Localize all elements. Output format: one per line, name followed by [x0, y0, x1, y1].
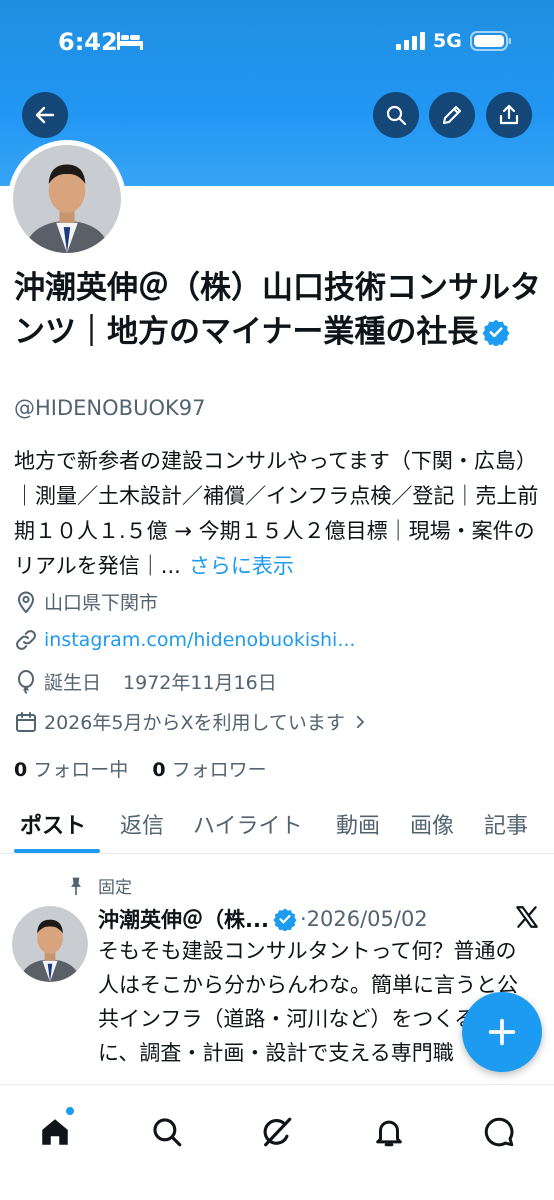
profile-link[interactable]: instagram.com/hidenobuokishi... — [44, 629, 355, 651]
bell-icon[interactable] — [372, 1115, 406, 1149]
share-button[interactable] — [486, 92, 532, 138]
tab-replies[interactable]: 返信 — [120, 808, 164, 840]
followers-link[interactable]: 0 フォロワー — [152, 759, 266, 781]
tab-articles[interactable]: 記事 — [484, 808, 528, 840]
follow-stats: 0 フォロー中 0 フォロワー — [14, 755, 285, 782]
pinned-label: 固定 — [98, 878, 132, 898]
pin-icon — [71, 877, 81, 895]
x-logo-icon — [516, 906, 538, 928]
following-count: 0 — [14, 759, 28, 781]
following-link[interactable]: 0 フォロー中 — [14, 759, 128, 781]
notification-dot — [66, 1107, 74, 1115]
birthday-text: 1972年11月16日 — [123, 672, 277, 694]
followers-count: 0 — [152, 759, 166, 781]
chevron-right-icon — [356, 715, 364, 728]
location-pin-icon — [17, 591, 35, 613]
following-label: フォロー中 — [33, 759, 129, 781]
calendar-icon — [16, 711, 36, 732]
avatar-image — [13, 145, 121, 253]
status-time: 6:42 — [58, 28, 118, 56]
avatar-image — [12, 906, 88, 982]
post-date[interactable]: 2026/05/02 — [307, 907, 428, 931]
arrow-left-icon — [35, 106, 55, 124]
home-icon[interactable] — [38, 1115, 72, 1149]
share-icon — [499, 104, 519, 125]
link-icon — [16, 630, 36, 650]
search-icon[interactable] — [150, 1115, 184, 1149]
tab-images[interactable]: 画像 — [410, 808, 454, 840]
bottom-navigation — [0, 1084, 554, 1200]
tab-videos[interactable]: 動画 — [336, 808, 380, 840]
search-button[interactable] — [373, 92, 419, 138]
verified-badge-icon[interactable] — [482, 318, 510, 346]
grok-icon[interactable] — [260, 1115, 294, 1149]
pinned-indicator: 固定 — [66, 873, 132, 898]
active-tab-indicator — [14, 849, 100, 853]
post-header: 沖潮英伸＠（株... · 2026/05/02 — [98, 904, 428, 934]
back-button[interactable] — [22, 92, 68, 138]
pencil-icon — [443, 106, 461, 124]
compose-button[interactable] — [462, 992, 542, 1072]
tab-highlights[interactable]: ハイライト — [193, 808, 303, 840]
plus-icon — [488, 1018, 516, 1046]
profile-avatar[interactable] — [8, 140, 126, 258]
balloon-icon — [18, 669, 34, 694]
profile-name: 沖潮英伸＠（株）山口技術コンサルタンツ｜地方のマイナー業種の社長 — [14, 266, 544, 354]
joined-row[interactable]: 2026年5月からXを利用しています — [14, 708, 375, 735]
location-text: 山口県下関市 — [44, 592, 159, 614]
post-author-avatar[interactable] — [12, 906, 88, 982]
location-row: 山口県下関市 — [14, 588, 158, 615]
show-more-link[interactable]: さらに表示 — [189, 554, 294, 578]
network-label: 5G — [433, 30, 462, 52]
post-separator: · — [299, 907, 307, 931]
followers-label: フォロワー — [171, 759, 267, 781]
joined-text: 2026年5月からXを利用しています — [44, 712, 345, 734]
tab-posts[interactable]: ポスト — [20, 808, 86, 840]
verified-badge-icon — [273, 908, 297, 931]
post-text[interactable]: そもそも建設コンサルタントって何？普通の人はそこから分からんわな。簡単に言うと公… — [98, 934, 518, 1084]
battery-icon — [470, 31, 511, 51]
post-author-name[interactable]: 沖潮英伸＠（株... — [98, 904, 269, 934]
message-icon[interactable] — [482, 1115, 516, 1149]
edit-button[interactable] — [429, 92, 475, 138]
profile-name-text: 沖潮英伸＠（株）山口技術コンサルタンツ｜地方のマイナー業種の社長 — [14, 270, 541, 350]
birthday-row: 誕生日 1972年11月16日 — [14, 668, 277, 695]
signal-icon — [396, 32, 425, 50]
profile-handle: @HIDENOBUOK97 — [14, 396, 206, 420]
profile-bio: 地方で新参者の建設コンサルやってます（下関・広島）｜測量／土木設計／補償／インフ… — [14, 444, 544, 584]
link-row: instagram.com/hidenobuokishi... — [14, 628, 355, 652]
profile-tabs: ポスト 返信 ハイライト 動画 画像 記事 — [0, 800, 554, 854]
search-icon — [386, 105, 407, 126]
birthday-label: 誕生日 — [44, 672, 102, 694]
bed-icon — [117, 32, 143, 50]
